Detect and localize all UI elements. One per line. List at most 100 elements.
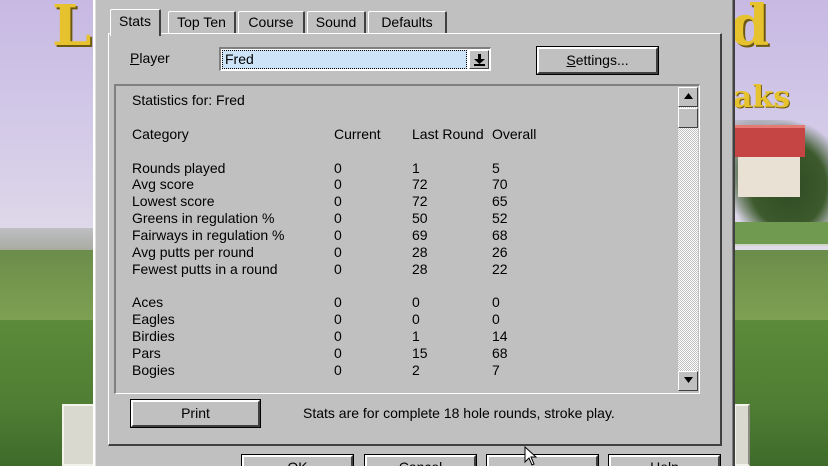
stat-current: 0 <box>334 294 342 311</box>
stat-row: Eagles 0 0 0 <box>132 311 672 328</box>
stat-last-round: 72 <box>412 193 428 210</box>
stat-last-round: 0 <box>412 294 420 311</box>
stat-overall: 14 <box>492 327 508 344</box>
stat-overall: 7 <box>492 361 500 378</box>
clubhouse-wall <box>738 157 800 197</box>
settings-accel: S <box>566 52 576 68</box>
help-button[interactable]: Help <box>609 455 720 466</box>
stat-category: Fewest putts in a round <box>132 260 278 277</box>
stat-category: Greens in regulation % <box>132 210 275 227</box>
scroll-down-button[interactable] <box>678 371 698 391</box>
stats-footnote: Stats are for complete 18 hole rounds, s… <box>303 405 615 421</box>
stat-last-round: 1 <box>412 327 420 344</box>
stat-category: Eagles <box>132 311 175 328</box>
stat-row: Fewest putts in a round 0 28 22 <box>132 261 672 278</box>
statistics-dialog: Stats Top Ten Course Sound Defaults Play… <box>93 0 735 466</box>
stats-tab-panel: Player Fred Settings... Statistics for: … <box>108 33 722 446</box>
cancel-button[interactable]: Cancel <box>365 455 476 466</box>
stat-current: 0 <box>334 226 342 243</box>
statistics-title: Statistics for: Fred <box>132 92 245 108</box>
clubhouse-roof <box>733 125 805 157</box>
stat-last-round: 72 <box>412 176 428 193</box>
dropdown-arrow-button[interactable] <box>469 50 489 69</box>
arrow-down-icon <box>474 54 485 66</box>
ok-button[interactable]: OK <box>242 455 353 466</box>
stat-overall: 68 <box>492 344 508 361</box>
stat-category: Fairways in regulation % <box>132 226 285 243</box>
stat-last-round: 69 <box>412 226 428 243</box>
stat-category: Aces <box>132 294 164 311</box>
header-last-round: Last Round <box>412 125 484 142</box>
stat-overall: 68 <box>492 226 508 243</box>
stat-row: Rounds played 0 1 5 <box>132 160 672 177</box>
distant-buildings <box>0 228 100 252</box>
scroll-up-button[interactable] <box>678 87 698 107</box>
stat-row: Fairways in regulation % 0 69 68 <box>132 227 672 244</box>
tab-course[interactable]: Course <box>238 11 305 34</box>
stat-current: 0 <box>334 243 342 260</box>
apply-button[interactable] <box>487 455 598 466</box>
stat-overall: 70 <box>492 176 508 193</box>
stat-last-round: 28 <box>412 243 428 260</box>
stat-current: 0 <box>334 344 342 361</box>
vertical-scrollbar[interactable] <box>678 87 698 391</box>
statistics-list[interactable]: Statistics for: Fred Category Current La… <box>114 84 700 394</box>
stat-category: Birdies <box>132 327 175 344</box>
stat-category: Lowest score <box>132 193 215 210</box>
tee-sign <box>734 404 750 466</box>
stat-row: Birdies 0 1 14 <box>132 328 672 345</box>
game-logo-fragment: d <box>730 0 770 59</box>
stat-row: Aces 0 0 0 <box>132 294 672 311</box>
tab-stats[interactable]: Stats <box>110 9 161 36</box>
statistics-content: Statistics for: Fred Category Current La… <box>132 92 672 379</box>
stat-overall: 0 <box>492 294 500 311</box>
stat-current: 0 <box>334 159 342 176</box>
stat-overall: 65 <box>492 193 508 210</box>
stat-row: Bogies 0 2 7 <box>132 362 672 379</box>
stat-current: 0 <box>334 210 342 227</box>
header-category: Category <box>132 125 189 142</box>
arrow-down-icon <box>684 377 693 383</box>
stat-category: Avg score <box>132 176 194 193</box>
fairway <box>733 222 828 246</box>
settings-label: ettings... <box>575 52 629 68</box>
player-label-text: layer <box>139 50 170 66</box>
arrow-up-icon <box>684 93 693 99</box>
tee-sign <box>62 404 96 466</box>
stat-category: Avg putts per round <box>132 243 254 260</box>
stat-last-round: 15 <box>412 344 428 361</box>
stat-last-round: 0 <box>412 311 420 328</box>
stat-overall: 52 <box>492 210 508 227</box>
game-logo-fragment: L <box>52 0 92 55</box>
stat-current: 0 <box>334 193 342 210</box>
scroll-thumb[interactable] <box>678 108 698 128</box>
stat-row: Lowest score 0 72 65 <box>132 193 672 210</box>
player-label: Player <box>130 50 170 66</box>
stat-row: Pars 0 15 68 <box>132 345 672 362</box>
stat-last-round: 28 <box>412 260 428 277</box>
stat-row: Greens in regulation % 0 50 52 <box>132 210 672 227</box>
stat-row: Avg putts per round 0 28 26 <box>132 244 672 261</box>
tab-defaults[interactable]: Defaults <box>368 11 447 34</box>
stat-category: Bogies <box>132 361 175 378</box>
tab-top-ten[interactable]: Top Ten <box>168 11 236 34</box>
column-headers: Category Current Last Round Overall <box>132 126 672 143</box>
stat-current: 0 <box>334 311 342 328</box>
settings-button[interactable]: Settings... <box>537 47 658 74</box>
stat-overall: 0 <box>492 311 500 328</box>
stat-last-round: 2 <box>412 361 420 378</box>
player-label-accel: P <box>130 50 140 66</box>
stat-category: Pars <box>132 344 161 361</box>
tab-sound[interactable]: Sound <box>307 11 366 34</box>
stat-category: Rounds played <box>132 159 226 176</box>
player-dropdown[interactable]: Fred <box>219 47 491 71</box>
stat-last-round: 50 <box>412 210 428 227</box>
stat-current: 0 <box>334 176 342 193</box>
mouse-cursor-icon <box>524 446 538 466</box>
stat-row: Avg score 0 72 70 <box>132 176 672 193</box>
print-button[interactable]: Print <box>131 400 260 427</box>
header-current: Current <box>334 125 381 142</box>
header-overall: Overall <box>492 125 537 142</box>
stat-current: 0 <box>334 361 342 378</box>
stat-last-round: 1 <box>412 159 420 176</box>
